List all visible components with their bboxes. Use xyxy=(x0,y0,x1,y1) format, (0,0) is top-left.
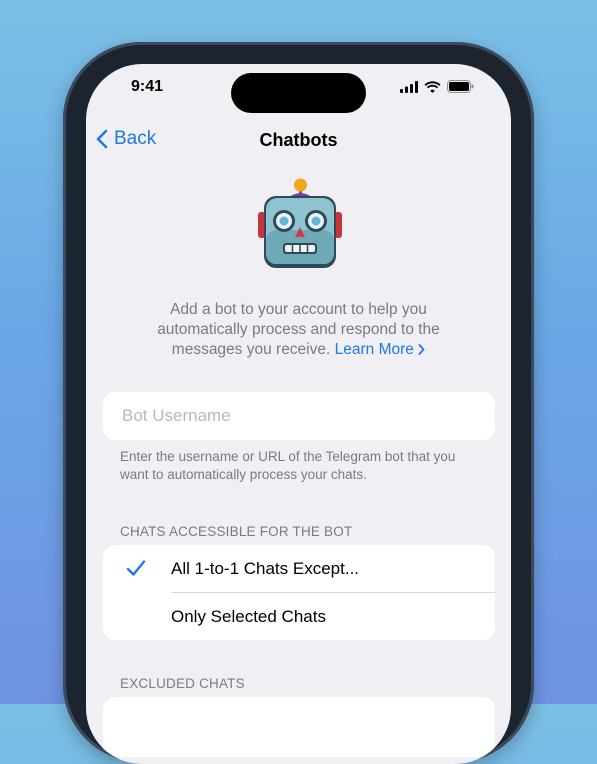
excluded-section-header: EXCLUDED CHATS xyxy=(120,676,245,691)
chats-section-header: CHATS ACCESSIBLE FOR THE BOT xyxy=(120,524,353,539)
status-icons xyxy=(400,80,474,93)
option-label: Only Selected Chats xyxy=(171,606,326,626)
status-time: 9:41 xyxy=(131,78,164,95)
option-only-selected-chats[interactable]: Only Selected Chats xyxy=(103,593,495,640)
chats-access-options: All 1-to-1 Chats Except... Only Selected… xyxy=(103,545,495,640)
robot-icon xyxy=(258,178,342,268)
learn-more-link[interactable]: Learn More xyxy=(335,341,426,358)
wifi-icon xyxy=(424,80,441,93)
bot-username-field[interactable] xyxy=(103,392,495,440)
signal-icon xyxy=(400,80,418,93)
learn-more-label: Learn More xyxy=(334,341,414,358)
bot-username-input[interactable] xyxy=(120,405,484,427)
option-all-chats-except[interactable]: All 1-to-1 Chats Except... xyxy=(103,545,495,592)
checkmark-icon xyxy=(126,560,146,576)
intro-text: Add a bot to your account to help you au… xyxy=(126,300,471,360)
excluded-chats-card[interactable] xyxy=(103,697,495,757)
battery-icon xyxy=(447,80,474,93)
bot-username-hint: Enter the username or URL of the Telegra… xyxy=(120,449,456,482)
phone-screen: 9:41 Back Chatbots Add a bot to your acc… xyxy=(86,64,511,764)
page-title: Chatbots xyxy=(259,130,338,150)
dynamic-island xyxy=(231,73,366,113)
chevron-right-icon xyxy=(418,344,425,355)
option-label: All 1-to-1 Chats Except... xyxy=(171,558,360,578)
